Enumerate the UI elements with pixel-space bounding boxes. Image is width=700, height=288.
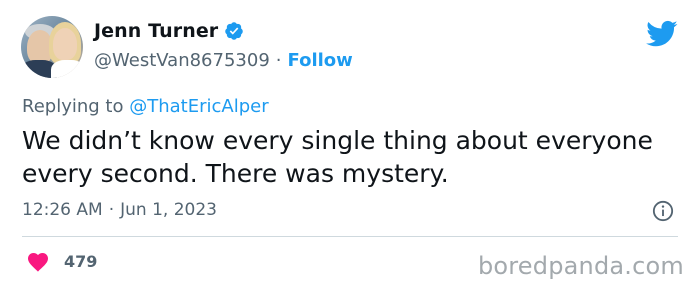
like-count: 479 [64,251,98,271]
separator-dot: · [108,200,115,220]
tweet-date[interactable]: Jun 1, 2023 [120,200,217,220]
separator-dot: · [275,50,282,71]
verified-badge-icon [225,22,244,40]
likes-row: 479 [26,250,97,272]
heart-icon[interactable] [26,250,50,272]
display-name[interactable]: Jenn Turner [94,20,218,42]
twitter-bird-icon[interactable] [646,20,678,48]
replying-prefix: Replying to [22,96,124,117]
avatar[interactable] [21,16,83,78]
reply-mention-link[interactable]: @ThatEricAlper [129,96,268,117]
name-row: Jenn Turner [94,20,244,42]
tweet-text: We didn’t know every single thing about … [22,126,653,188]
tweet-card: Jenn Turner @WestVan8675309 · Follow Rep… [0,0,700,288]
handle-row: @WestVan8675309 · Follow [94,50,353,71]
divider [22,236,678,237]
tweet-timestamp[interactable]: 12:26 AM · Jun 1, 2023 [22,200,217,220]
user-handle[interactable]: @WestVan8675309 [94,50,270,71]
replying-to: Replying to @ThatEricAlper [22,96,269,117]
tweet-time[interactable]: 12:26 AM [22,200,103,220]
follow-button[interactable]: Follow [288,50,353,71]
watermark: boredpanda.com [477,252,684,280]
info-icon[interactable] [652,200,674,222]
